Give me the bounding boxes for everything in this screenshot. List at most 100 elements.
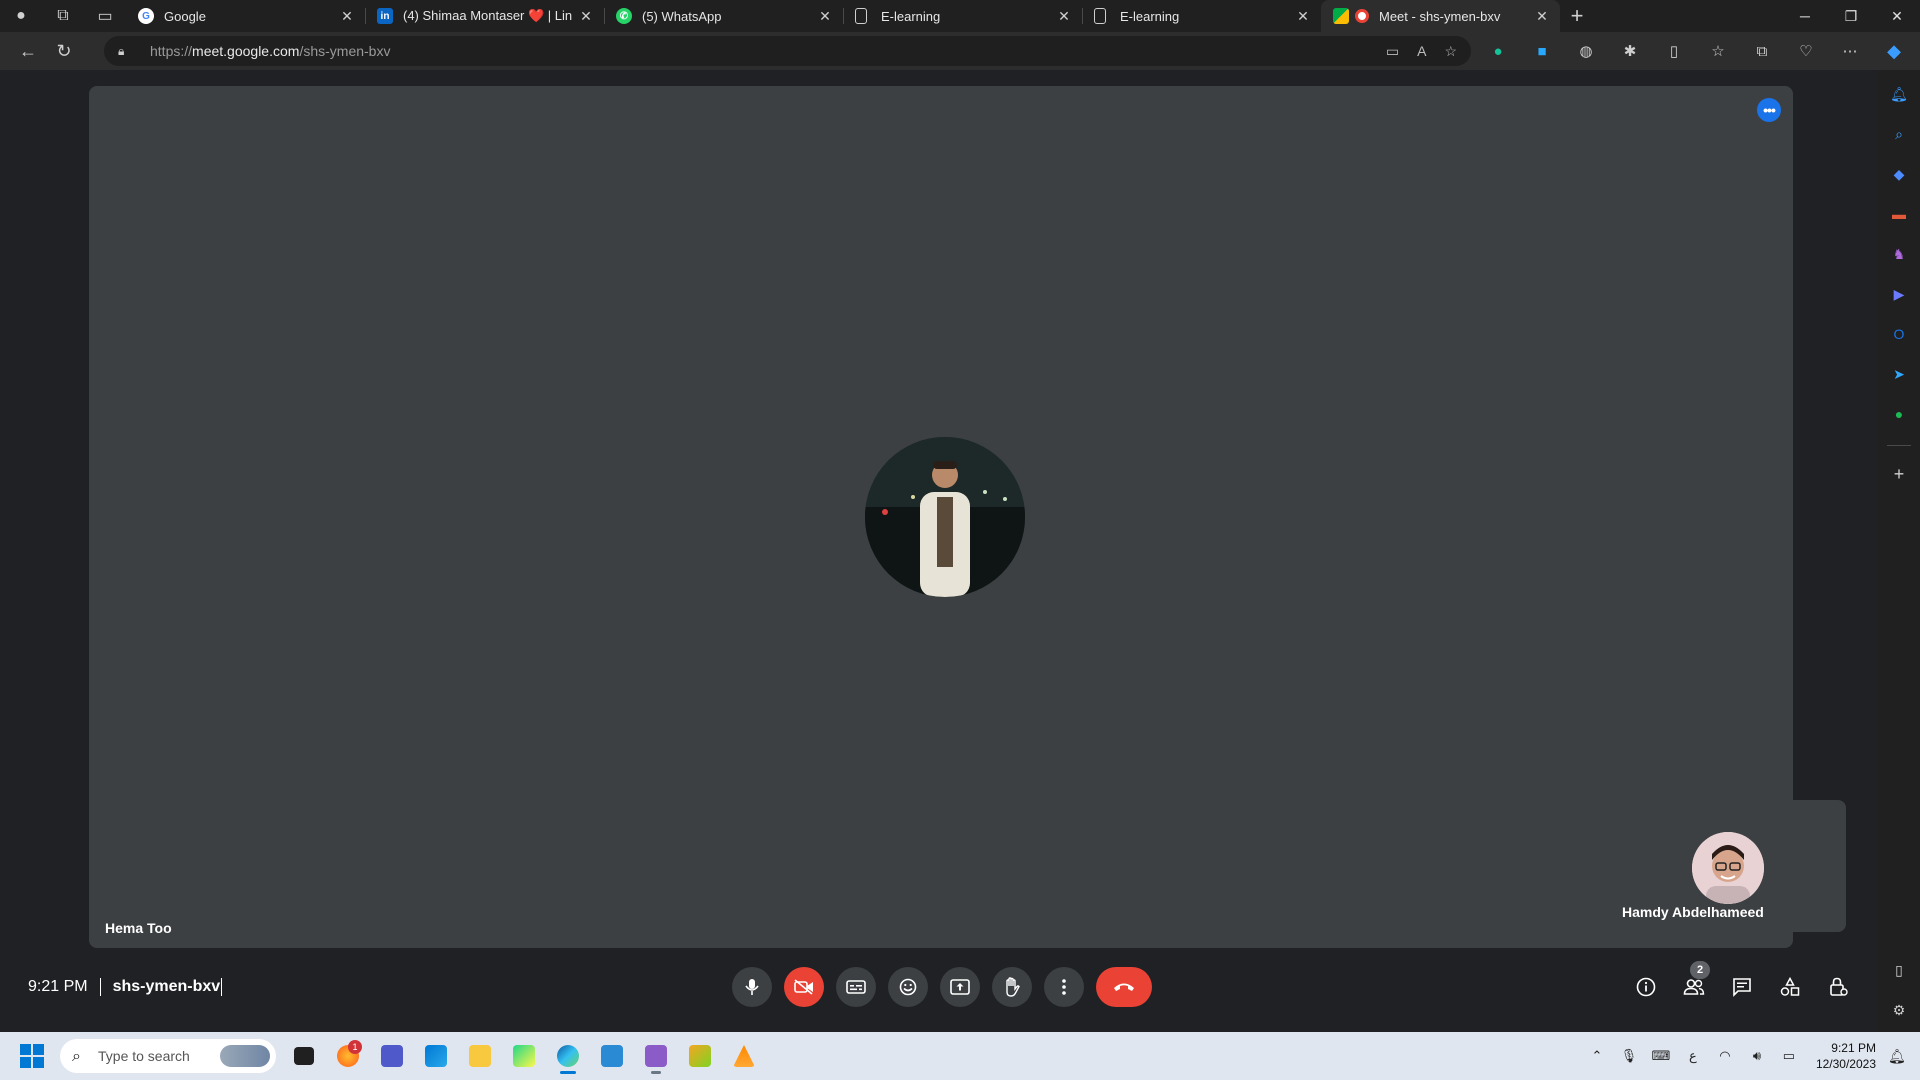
restore-icon[interactable]: ❐	[1828, 0, 1874, 32]
tab-meet[interactable]: Meet - shs-ymen-bxv ✕	[1321, 0, 1560, 32]
refresh-icon[interactable]: ↻	[46, 35, 82, 67]
present-screen-button[interactable]	[940, 967, 980, 1007]
extension-blue-icon[interactable]: ■	[1530, 39, 1554, 63]
tab-actions-icon[interactable]: ▭	[84, 0, 126, 32]
leave-call-button[interactable]	[1096, 967, 1152, 1007]
extensions-icon[interactable]: ✱	[1618, 39, 1642, 63]
tab-elearning-1[interactable]: E-learning ✕	[843, 0, 1082, 32]
chat-button[interactable]	[1722, 967, 1762, 1007]
linkedin-icon: in	[377, 8, 393, 24]
meeting-details-button[interactable]	[1626, 967, 1666, 1007]
sidebar-settings-icon[interactable]: ⚙	[1887, 998, 1911, 1022]
battery-icon[interactable]: ▭	[1776, 1044, 1802, 1068]
reactions-button[interactable]	[888, 967, 928, 1007]
activities-button[interactable]	[1770, 967, 1810, 1007]
participant-avatar	[865, 437, 1025, 597]
close-tab-icon[interactable]: ✕	[1056, 8, 1072, 24]
address-bar[interactable]: 🔒︎ https://meet.google.com/shs-ymen-bxv …	[104, 36, 1471, 66]
workspaces-icon[interactable]: ⧉	[42, 0, 84, 32]
close-window-icon[interactable]: ✕	[1874, 0, 1920, 32]
recording-icon	[1355, 9, 1369, 23]
edge-sidebar: 🔔︎ ⌕ ◆ ▬ ♞ ▶ O ➤ ● + ▯ ⚙	[1878, 70, 1920, 1032]
close-tab-icon[interactable]: ✕	[339, 8, 355, 24]
captions-button[interactable]	[836, 967, 876, 1007]
people-button[interactable]: 2	[1674, 961, 1714, 1007]
copilot-sidebar-icon[interactable]: ▶	[1887, 282, 1911, 306]
meeting-info: 9:21 PM shs-ymen-bxv	[28, 978, 223, 996]
volume-icon[interactable]: 🔊︎	[1744, 1044, 1770, 1068]
camera-permission-icon[interactable]: ▭	[1386, 43, 1399, 60]
tile-options-icon[interactable]: •••	[1757, 98, 1781, 122]
clock-date: 12/30/2023	[1815, 1057, 1876, 1071]
taskbar-clock[interactable]: 9:21 PM 12/30/2023	[1816, 1040, 1876, 1072]
copilot-icon[interactable]: ◆	[1882, 39, 1906, 63]
tab-whatsapp[interactable]: ✆ (5) WhatsApp ✕	[604, 0, 843, 32]
games-icon[interactable]: ♞	[1887, 242, 1911, 266]
taskbar-search[interactable]: ⌕ Type to search	[60, 1039, 276, 1073]
more-menu-icon[interactable]: ⋯	[1838, 39, 1862, 63]
microphone-button[interactable]	[732, 967, 772, 1007]
outlook-icon[interactable]: O	[1887, 322, 1911, 346]
self-video-tile[interactable]: Hamdy Abdelhameed	[1610, 800, 1846, 932]
tab-google[interactable]: G Google ✕	[126, 0, 365, 32]
camera-off-button[interactable]	[784, 967, 824, 1007]
keyboard-icon[interactable]: ⌨	[1648, 1044, 1674, 1068]
file-explorer-app[interactable]	[462, 1038, 498, 1074]
system-tray: ⌃ 🎙︎ ⌨ ع ◠ 🔊︎ ▭ 9:21 PM 12/30/2023 🔔︎	[1578, 1032, 1920, 1080]
language-indicator[interactable]: ع	[1680, 1044, 1706, 1068]
chevron-up-icon[interactable]: ⌃	[1584, 1044, 1610, 1068]
close-tab-icon[interactable]: ✕	[817, 8, 833, 24]
meeting-time: 9:21 PM	[28, 978, 88, 995]
microphone-tray-icon[interactable]: 🎙︎	[1616, 1044, 1642, 1068]
more-options-button[interactable]	[1044, 967, 1084, 1007]
add-sidebar-app-icon[interactable]: +	[1887, 462, 1911, 486]
tab-title: (4) Shimaa Montaser ❤️ | LinkedIn	[403, 8, 572, 23]
grammarly-icon[interactable]: ●	[1486, 39, 1510, 63]
wifi-icon[interactable]: ◠	[1712, 1044, 1738, 1068]
close-tab-icon[interactable]: ✕	[1534, 8, 1550, 24]
tools-icon[interactable]: ▬	[1887, 202, 1911, 226]
favorite-star-icon[interactable]: ☆	[1444, 43, 1457, 60]
lock-icon[interactable]: 🔒︎	[118, 44, 136, 59]
browser-tabstrip: ● ⧉ ▭ G Google ✕ in (4) Shimaa Montaser …	[0, 0, 1920, 32]
health-icon[interactable]: ♡	[1794, 39, 1818, 63]
spotify-icon[interactable]: ●	[1887, 402, 1911, 426]
shopping-icon[interactable]: ◆	[1887, 162, 1911, 186]
self-participant-name: Hamdy Abdelhameed	[1622, 904, 1764, 920]
globe-icon[interactable]: ◍	[1574, 39, 1598, 63]
tab-linkedin[interactable]: in (4) Shimaa Montaser ❤️ | LinkedIn ✕	[365, 0, 604, 32]
main-video-tile: ••• Hema Too	[89, 86, 1793, 948]
drop-icon[interactable]: ➤	[1887, 362, 1911, 386]
split-screen-icon[interactable]: ▯	[1662, 39, 1686, 63]
raise-hand-button[interactable]	[992, 967, 1032, 1007]
vscode-app[interactable]	[594, 1038, 630, 1074]
colorful-app[interactable]	[682, 1038, 718, 1074]
hide-sidebar-icon[interactable]: ▯	[1887, 958, 1911, 982]
search-icon[interactable]: ⌕	[1887, 122, 1911, 146]
tab-elearning-2[interactable]: E-learning ✕	[1082, 0, 1321, 32]
close-tab-icon[interactable]: ✕	[578, 8, 594, 24]
back-icon[interactable]: ←	[10, 35, 46, 67]
pycharm-app[interactable]	[506, 1038, 542, 1074]
search-placeholder: Type to search	[98, 1048, 190, 1064]
edge-app[interactable]	[550, 1038, 586, 1074]
browser-toolbar: ← ↻ 🔒︎ https://meet.google.com/shs-ymen-…	[0, 32, 1920, 70]
start-button[interactable]	[10, 1034, 54, 1078]
collections-icon[interactable]: ⧉	[1750, 39, 1774, 63]
close-tab-icon[interactable]: ✕	[1295, 8, 1311, 24]
read-aloud-icon[interactable]: A	[1417, 43, 1426, 59]
notification-icon[interactable]: 🔔︎	[1887, 82, 1911, 106]
store-app[interactable]	[418, 1038, 454, 1074]
host-controls-button[interactable]	[1818, 967, 1858, 1007]
task-view-app[interactable]	[286, 1038, 322, 1074]
favorites-icon[interactable]: ☆	[1706, 39, 1730, 63]
minimize-icon[interactable]: ─	[1782, 0, 1828, 32]
notifications-bell-icon[interactable]: 🔔︎	[1888, 1048, 1908, 1065]
vlc-app[interactable]	[726, 1038, 762, 1074]
new-tab-button[interactable]: +	[1560, 0, 1594, 32]
visual-studio-app[interactable]	[638, 1038, 674, 1074]
url-text[interactable]: https://meet.google.com/shs-ymen-bxv	[150, 43, 390, 59]
firefox-app[interactable]: 1	[330, 1038, 366, 1074]
profile-icon[interactable]: ●	[0, 0, 42, 32]
teams-app[interactable]	[374, 1038, 410, 1074]
